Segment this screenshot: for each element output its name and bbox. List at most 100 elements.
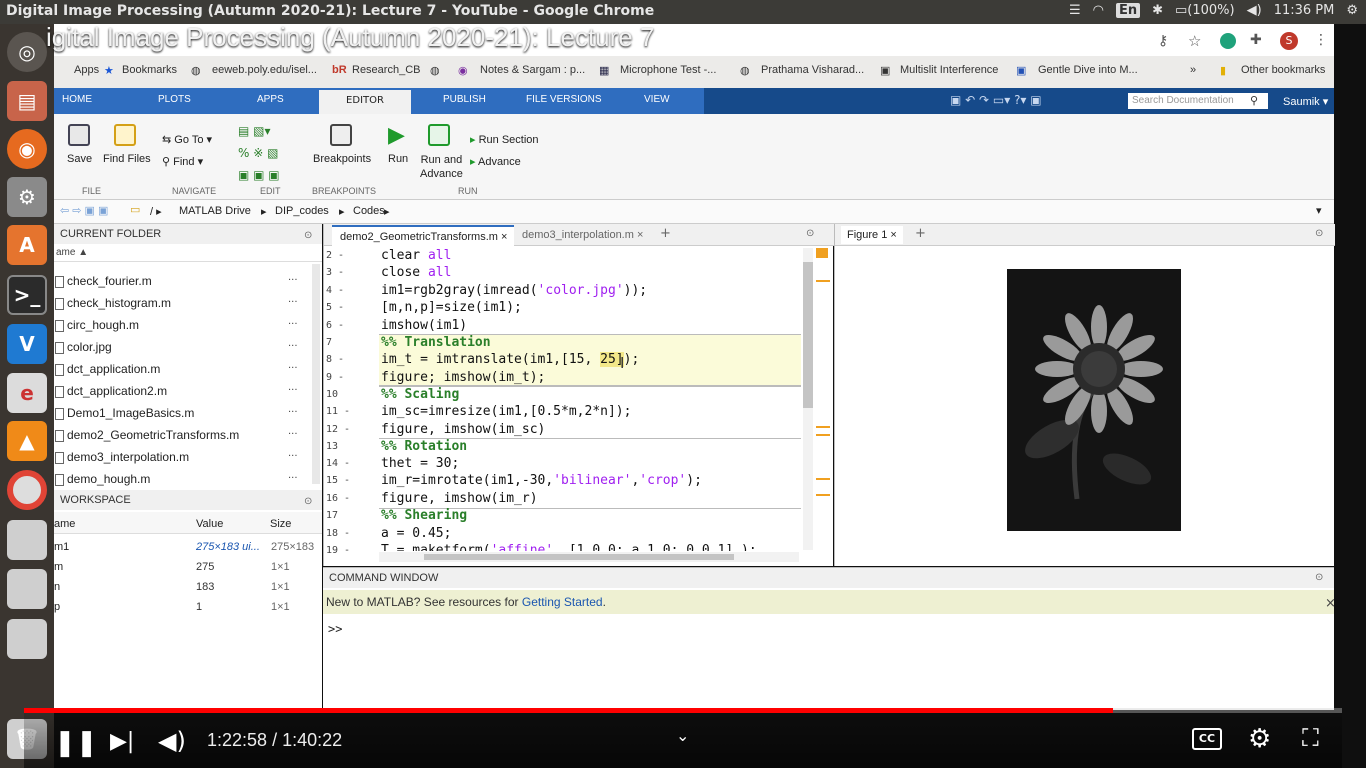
tab-editor[interactable]: EDITOR xyxy=(319,90,411,114)
file-item[interactable]: check_histogram.m xyxy=(67,296,171,310)
close-icon-2[interactable]: × xyxy=(637,229,643,241)
file-item[interactable]: color.jpg xyxy=(67,340,112,354)
command-window[interactable]: COMMAND WINDOW ⊙ New to MATLAB? See reso… xyxy=(323,567,1336,710)
close-icon[interactable]: × xyxy=(501,231,507,243)
close-icon-3[interactable]: × xyxy=(890,229,896,241)
line-number[interactable]: 3- xyxy=(326,267,368,278)
puzzle-icon[interactable]: ✚ xyxy=(1250,32,1262,48)
workspace-size-cell[interactable]: 1×1 xyxy=(271,561,290,573)
search-icon[interactable]: ⚲ xyxy=(1250,94,1258,107)
file-actions-icon[interactable]: ··· xyxy=(288,451,298,462)
drive-icon-2[interactable] xyxy=(7,569,47,609)
bookmark-bookmarks[interactable]: Bookmarks xyxy=(122,64,177,76)
edit-tools-icons[interactable]: ▤ ▧▾% ※ ▧ ▣ ▣ ▣ xyxy=(238,120,280,186)
file-item[interactable]: Demo1_ImageBasics.m xyxy=(67,406,194,420)
name-column-header[interactable]: ame xyxy=(56,247,75,258)
add-figure-tab-icon[interactable]: + xyxy=(915,226,926,241)
find-files-button[interactable]: Find Files xyxy=(103,153,151,165)
editor-tab-demo3[interactable]: demo3_interpolation.m × xyxy=(518,227,647,243)
path-codes[interactable]: Codes xyxy=(353,205,385,217)
tab-file-versions[interactable]: FILE VERSIONS xyxy=(526,94,602,105)
path-root[interactable]: / ▸ xyxy=(150,205,162,218)
file-item[interactable]: demo3_interpolation.m xyxy=(67,450,189,464)
workspace-value-cell[interactable]: 183 xyxy=(196,581,214,593)
pause-icon[interactable]: ❚❚ xyxy=(54,728,98,758)
line-number[interactable]: 4- xyxy=(326,285,368,296)
getting-started-link[interactable]: Getting Started xyxy=(522,595,603,609)
tab-publish[interactable]: PUBLISH xyxy=(443,94,486,105)
next-icon[interactable]: ▶| xyxy=(110,729,134,754)
files-icon[interactable]: ▤ xyxy=(7,81,47,121)
close-notice-icon[interactable]: × xyxy=(1325,596,1336,611)
line-number[interactable]: 8- xyxy=(326,354,368,365)
clock[interactable]: 11:36 PM xyxy=(1274,3,1335,18)
chrome-icon[interactable] xyxy=(7,470,47,510)
battery-indicator[interactable]: ▭(100%) xyxy=(1175,3,1235,18)
ws-col-value[interactable]: Value xyxy=(196,518,223,530)
settings-icon[interactable]: ⚙ xyxy=(7,177,47,217)
run-and-advance-button[interactable]: Run and Advance xyxy=(420,153,463,181)
bookmark-multislit[interactable]: Multislit Interference xyxy=(900,64,998,76)
nav-arrows-icon[interactable]: ⇦ ⇨ ▣ ▣ xyxy=(60,204,108,217)
extension-icon[interactable] xyxy=(1220,33,1236,49)
video-progress-bar[interactable] xyxy=(24,708,1342,713)
bookmark-notes[interactable]: Notes & Sargam : p... xyxy=(480,64,585,76)
matlab-path-bar[interactable]: ⇦ ⇨ ▣ ▣ ▭ / ▸ MATLAB Drive ▸ DIP_codes ▸… xyxy=(54,200,1334,224)
chevron-right-icon[interactable]: » xyxy=(1190,64,1196,76)
ubuntu-dash-icon[interactable]: ◎ xyxy=(7,32,47,72)
warning-marker-4[interactable] xyxy=(816,478,830,480)
bookmark-eeweb[interactable]: eeweb.poly.edu/isel... xyxy=(212,64,317,76)
file-actions-icon[interactable]: ··· xyxy=(288,297,298,308)
find-button[interactable]: ⚲ Find ▾ xyxy=(162,155,203,168)
workspace-value-cell[interactable]: 1 xyxy=(196,601,202,613)
editor-options-icon[interactable]: ⊙ xyxy=(806,228,814,239)
file-actions-icon[interactable]: ··· xyxy=(288,407,298,418)
file-item[interactable]: dct_application.m xyxy=(67,362,160,376)
breakpoints-button[interactable]: Breakpoints xyxy=(313,153,371,165)
file-actions-icon[interactable]: ··· xyxy=(288,363,298,374)
line-number[interactable]: 7 xyxy=(326,337,368,348)
file-actions-icon[interactable]: ··· xyxy=(288,275,298,286)
panel-options-icon[interactable]: ⊙ xyxy=(304,230,312,241)
line-number[interactable]: 11- xyxy=(326,406,368,417)
line-number[interactable]: 2- xyxy=(326,250,368,261)
file-actions-icon[interactable]: ··· xyxy=(288,473,298,484)
workspace-size-cell[interactable]: 1×1 xyxy=(271,601,290,613)
file-item[interactable]: circ_hough.m xyxy=(67,318,139,332)
settings-gear-icon[interactable]: ⚙ xyxy=(1248,724,1271,754)
file-actions-icon[interactable]: ··· xyxy=(288,385,298,396)
file-list-header[interactable]: ame ▲ xyxy=(54,244,322,262)
file-item[interactable]: demo2_GeometricTransforms.m xyxy=(67,428,239,442)
tab-plots[interactable]: PLOTS xyxy=(158,94,191,105)
chevron-down-icon[interactable]: ⌄ xyxy=(676,726,689,745)
command-prompt[interactable]: >> xyxy=(328,622,342,636)
editor-tab-demo2[interactable]: demo2_GeometricTransforms.m × xyxy=(332,225,514,246)
drive-icon-3[interactable] xyxy=(7,619,47,659)
figure-options-icon[interactable]: ⊙ xyxy=(1315,228,1323,239)
run-button[interactable]: Run xyxy=(388,153,408,165)
volume-icon[interactable]: ◀) xyxy=(1247,3,1262,18)
volume-icon[interactable]: ◀) xyxy=(158,727,186,755)
path-matlab-drive[interactable]: MATLAB Drive xyxy=(179,205,251,217)
workspace-name-cell[interactable]: m xyxy=(54,561,63,573)
bookmark-microphone[interactable]: Microphone Test -... xyxy=(620,64,716,76)
file-actions-icon[interactable]: ··· xyxy=(288,341,298,352)
search-documentation-input[interactable]: Search Documentation xyxy=(1128,93,1268,109)
bookmark-other[interactable]: Other bookmarks xyxy=(1241,64,1325,76)
system-tray[interactable]: ☰ ◠ En ✱ ▭(100%) ◀) 11:36 PM ⚙ xyxy=(1069,3,1358,18)
folder-scrollbar[interactable] xyxy=(312,264,320,484)
captions-icon[interactable]: CC xyxy=(1192,728,1222,750)
figure-tab[interactable]: Figure 1 × xyxy=(841,226,903,244)
line-number[interactable]: 9- xyxy=(326,372,368,383)
pdf-viewer-icon[interactable]: e xyxy=(7,373,47,413)
tab-apps[interactable]: APPS xyxy=(257,94,284,105)
tab-home[interactable]: HOME xyxy=(62,94,92,105)
file-actions-icon[interactable]: ··· xyxy=(288,429,298,440)
warning-marker[interactable] xyxy=(816,280,830,282)
line-number[interactable]: 6- xyxy=(326,320,368,331)
line-number[interactable]: 15- xyxy=(326,475,368,486)
path-dip-codes[interactable]: DIP_codes xyxy=(275,205,329,217)
ws-col-name[interactable]: ame xyxy=(54,518,75,530)
key-icon[interactable]: ⚷ xyxy=(1158,33,1168,49)
warning-indicator[interactable] xyxy=(816,248,828,258)
